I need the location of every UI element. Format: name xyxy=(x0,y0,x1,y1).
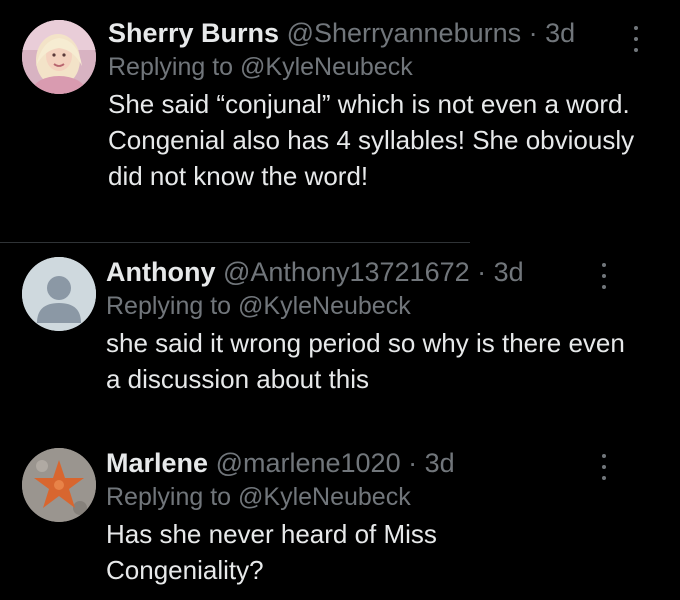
reply-text: She said “conjunal” which is not even a … xyxy=(108,89,635,191)
avatar[interactable] xyxy=(22,448,96,522)
author-handle[interactable]: @Anthony13721672 xyxy=(223,257,470,287)
reply-header: Marlene @marlene1020 · 3d xyxy=(106,446,660,480)
more-options-icon[interactable] xyxy=(600,263,608,289)
replying-to-mention[interactable]: @KyleNeubeck xyxy=(240,53,413,81)
author-handle[interactable]: @marlene1020 xyxy=(216,448,401,478)
separator-dot: · xyxy=(528,18,538,48)
author-name[interactable]: Anthony xyxy=(106,257,215,287)
separator-dot: · xyxy=(477,257,487,287)
replying-to-line: Replying to @KyleNeubeck xyxy=(106,480,660,514)
reply-text: she said it wrong period so why is there… xyxy=(106,328,625,394)
replying-to-mention[interactable]: @KyleNeubeck xyxy=(238,292,411,320)
avatar[interactable] xyxy=(22,20,96,94)
reply-text: Has she never heard of Miss Congeniality… xyxy=(106,519,437,585)
author-name[interactable]: Marlene xyxy=(106,448,208,478)
more-options-icon[interactable] xyxy=(632,26,640,52)
reply-item[interactable]: Marlene @marlene1020 · 3d Replying to @K… xyxy=(0,440,680,600)
replying-prefix: Replying to xyxy=(106,292,232,320)
starfish-photo-icon xyxy=(22,448,96,522)
timestamp[interactable]: 3d xyxy=(494,257,524,287)
author-handle[interactable]: @Sherryanneburns xyxy=(287,18,522,48)
reply-header: Anthony @Anthony13721672 · 3d xyxy=(106,255,660,289)
reply-item[interactable]: Anthony @Anthony13721672 · 3d Replying t… xyxy=(0,243,680,430)
more-options-icon[interactable] xyxy=(600,454,608,480)
replying-prefix: Replying to xyxy=(108,53,234,81)
timestamp[interactable]: 3d xyxy=(545,18,575,48)
separator-dot: · xyxy=(408,448,418,478)
user-photo-icon xyxy=(22,20,96,94)
reply-header: Sherry Burns @Sherryanneburns · 3d xyxy=(108,16,660,50)
author-name[interactable]: Sherry Burns xyxy=(108,18,279,48)
replying-to-line: Replying to @KyleNeubeck xyxy=(108,50,660,84)
replying-to-line: Replying to @KyleNeubeck xyxy=(106,289,660,323)
default-profile-icon xyxy=(22,257,96,331)
replying-prefix: Replying to xyxy=(106,483,232,511)
reply-item[interactable]: Sherry Burns @Sherryanneburns · 3d Reply… xyxy=(0,0,680,242)
avatar[interactable] xyxy=(22,257,96,331)
replying-to-mention[interactable]: @KyleNeubeck xyxy=(238,483,411,511)
timestamp[interactable]: 3d xyxy=(425,448,455,478)
